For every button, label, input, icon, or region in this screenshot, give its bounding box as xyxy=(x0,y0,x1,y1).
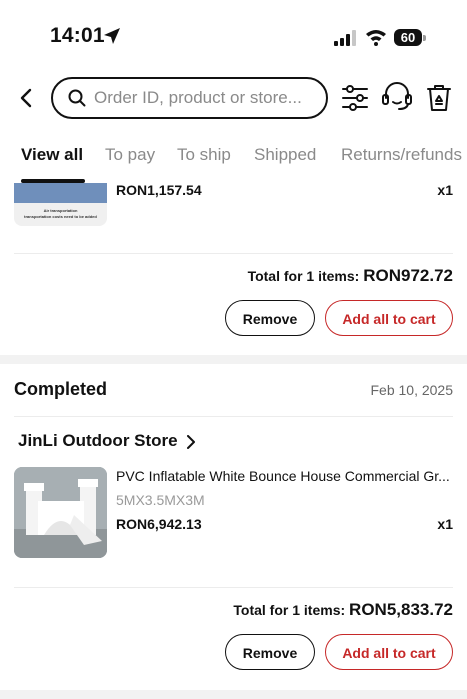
section-separator xyxy=(0,355,467,364)
order-total: Total for 1 items: RON5,833.72 xyxy=(233,600,453,620)
divider xyxy=(14,253,453,254)
divider xyxy=(14,587,453,588)
search-input[interactable]: Order ID, product or store... xyxy=(51,77,328,119)
order-status: Completed xyxy=(14,379,108,399)
product-variant: 5MX3.5MX3M xyxy=(116,492,205,508)
filter-sliders-icon[interactable] xyxy=(341,84,369,112)
remove-button[interactable]: Remove xyxy=(225,634,315,670)
store-name-link[interactable]: JinLi Outdoor Store xyxy=(18,431,178,451)
item-quantity: x1 xyxy=(437,516,453,532)
product-image[interactable]: Air transportation transportation costs … xyxy=(14,183,107,226)
back-chevron-icon[interactable] xyxy=(17,87,37,109)
order-total: Total for 1 items: RON972.72 xyxy=(248,266,453,286)
tab-shipped[interactable]: Shipped xyxy=(254,145,316,165)
search-icon xyxy=(68,89,86,107)
item-price: RON6,942.13 xyxy=(116,516,202,532)
total-label: Total for 1 items: xyxy=(233,602,346,618)
remove-button[interactable]: Remove xyxy=(225,300,315,336)
add-all-to-cart-button[interactable]: Add all to cart xyxy=(325,634,453,670)
image-caption-line-2: transportation costs need to be added xyxy=(24,214,97,219)
battery-icon: 60 xyxy=(394,29,422,46)
total-value: RON5,833.72 xyxy=(349,600,453,619)
product-image[interactable] xyxy=(14,467,107,558)
item-quantity: x1 xyxy=(437,182,453,198)
tab-view-all[interactable]: View all xyxy=(21,145,83,165)
divider xyxy=(14,416,453,417)
tab-to-pay[interactable]: To pay xyxy=(105,145,155,165)
section-separator xyxy=(0,690,467,699)
image-caption-line-1: Air transportation xyxy=(43,208,78,213)
status-time: 14:01 xyxy=(50,24,105,47)
add-all-to-cart-button[interactable]: Add all to cart xyxy=(325,300,453,336)
wifi-icon xyxy=(366,30,386,46)
order-date: Feb 10, 2025 xyxy=(370,382,453,398)
search-placeholder: Order ID, product or store... xyxy=(94,88,302,107)
battery-tip xyxy=(423,35,426,41)
status-bar: 14:01 60 xyxy=(0,0,467,60)
image-banner xyxy=(14,183,107,203)
location-arrow-icon xyxy=(104,28,120,44)
total-label: Total for 1 items: xyxy=(247,268,360,284)
orders-page: 14:01 60 Order ID, product or store... V… xyxy=(0,0,467,699)
product-title[interactable]: PVC Inflatable White Bounce House Commer… xyxy=(116,468,456,484)
chevron-right-icon[interactable] xyxy=(186,435,196,449)
recycle-bin-icon[interactable] xyxy=(425,83,453,113)
total-value: RON972.72 xyxy=(363,266,453,285)
bounce-house-illustration xyxy=(14,467,107,558)
battery-level: 60 xyxy=(400,30,416,45)
customer-support-icon[interactable] xyxy=(381,82,413,112)
cellular-signal-icon xyxy=(334,30,356,46)
tab-returns-refunds[interactable]: Returns/refunds xyxy=(341,145,462,165)
item-price: RON1,157.54 xyxy=(116,182,202,198)
tab-to-ship[interactable]: To ship xyxy=(177,145,231,165)
